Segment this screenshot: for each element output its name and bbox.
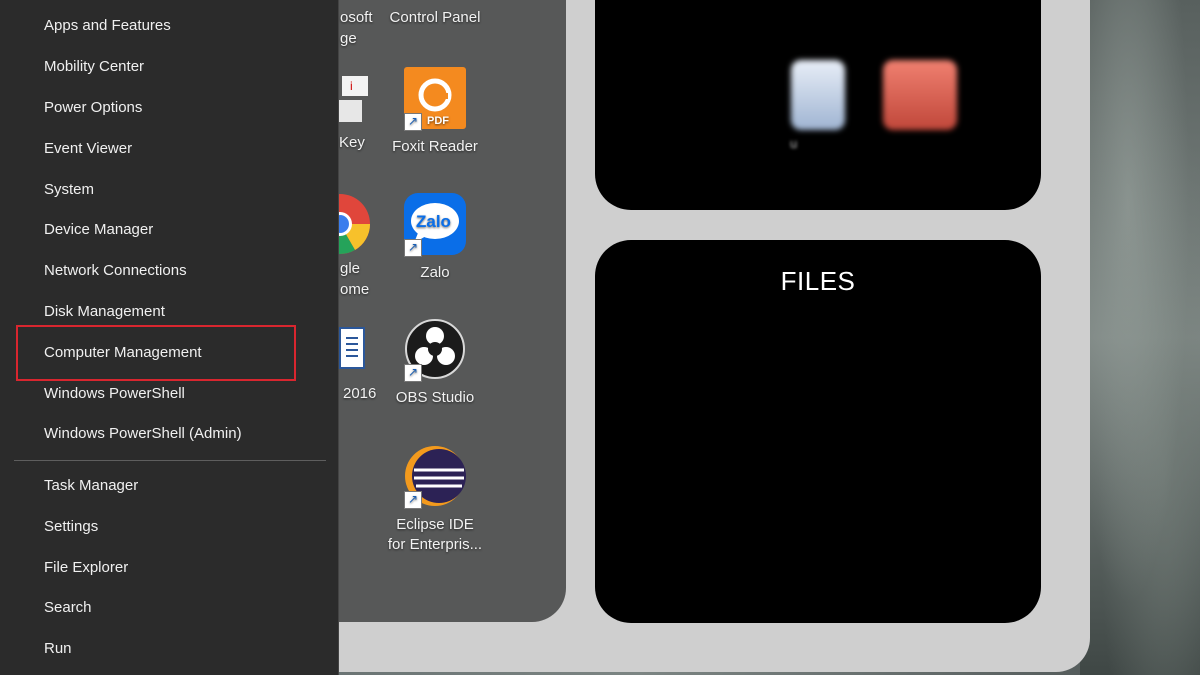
desktop-icon-obs-studio[interactable]: ↗ OBS Studio <box>385 318 485 408</box>
menu-item-network-connections[interactable]: Network Connections <box>44 261 187 281</box>
menu-item-power-options[interactable]: Power Options <box>44 98 142 118</box>
desktop-icon-foxit-reader[interactable]: PDF ↗ Foxit Reader <box>385 67 485 157</box>
shortcut-arrow-icon: ↗ <box>404 113 422 131</box>
foxit-reader-icon: PDF ↗ <box>404 67 466 131</box>
menu-item-device-manager[interactable]: Device Manager <box>44 220 153 240</box>
foxit-reader-label: Foxit Reader <box>392 138 478 155</box>
shortcut-arrow-icon: ↗ <box>404 491 422 509</box>
edge-label-line2: ge <box>340 30 357 47</box>
files-widget[interactable]: FILES <box>595 240 1041 623</box>
desktop-wallpaper <box>1080 0 1200 675</box>
chrome-icon[interactable] <box>338 192 372 256</box>
svg-text:Zalo: Zalo <box>416 212 451 231</box>
eclipse-icon: ↗ <box>404 445 466 509</box>
svg-text:PDF: PDF <box>427 115 449 127</box>
blurred-app-icon <box>883 60 957 130</box>
obs-studio-icon: ↗ <box>404 318 466 382</box>
menu-item-mobility-center[interactable]: Mobility Center <box>44 57 144 77</box>
word-label: 2016 <box>343 385 377 402</box>
highlight-box <box>16 325 296 381</box>
menu-item-system[interactable]: System <box>44 180 94 200</box>
menu-item-task-manager[interactable]: Task Manager <box>44 476 138 496</box>
key-label: Key <box>339 134 365 151</box>
menu-item-file-explorer[interactable]: File Explorer <box>44 558 128 578</box>
chrome-label-line2: ome <box>340 281 370 298</box>
control-panel-label: Control Panel <box>389 9 481 26</box>
word-doc-icon[interactable] <box>338 326 368 372</box>
menu-item-apps-and-features[interactable]: Apps and Features <box>44 16 171 36</box>
files-widget-title: FILES <box>780 266 856 296</box>
menu-item-search[interactable]: Search <box>44 598 92 618</box>
zalo-label: Zalo <box>420 264 450 281</box>
shortcut-arrow-icon: ↗ <box>404 364 422 382</box>
menu-item-windows-powershell[interactable]: Windows PowerShell <box>44 384 185 404</box>
edge-label-line1: osoft <box>340 9 373 26</box>
menu-item-windows-powershell-admin[interactable]: Windows PowerShell (Admin) <box>44 424 242 444</box>
key-app-icon[interactable]: i <box>338 70 372 130</box>
menu-separator <box>14 460 326 461</box>
eclipse-label-line2: for Enterpris... <box>387 536 483 553</box>
svg-text:i: i <box>350 79 353 93</box>
blurred-apps-widget[interactable]: u <box>595 0 1041 210</box>
chrome-label-line1: gle <box>340 260 361 277</box>
zalo-icon: Zalo ↗ <box>404 193 466 257</box>
menu-item-run[interactable]: Run <box>44 639 72 659</box>
desktop-icon-control-panel[interactable]: Control Panel <box>385 8 485 28</box>
blurred-file-icon <box>791 60 845 130</box>
menu-item-settings[interactable]: Settings <box>44 517 98 537</box>
shortcut-arrow-icon: ↗ <box>404 239 422 257</box>
blurred-label: u <box>790 136 798 151</box>
menu-item-disk-management[interactable]: Disk Management <box>44 302 165 322</box>
desktop-icon-eclipse[interactable]: ↗ Eclipse IDE for Enterpris... <box>385 445 485 555</box>
eclipse-label-line1: Eclipse IDE <box>396 516 474 533</box>
obs-studio-label: OBS Studio <box>395 389 475 406</box>
desktop-icon-zalo[interactable]: Zalo ↗ Zalo <box>385 193 485 283</box>
menu-item-event-viewer[interactable]: Event Viewer <box>44 139 132 159</box>
